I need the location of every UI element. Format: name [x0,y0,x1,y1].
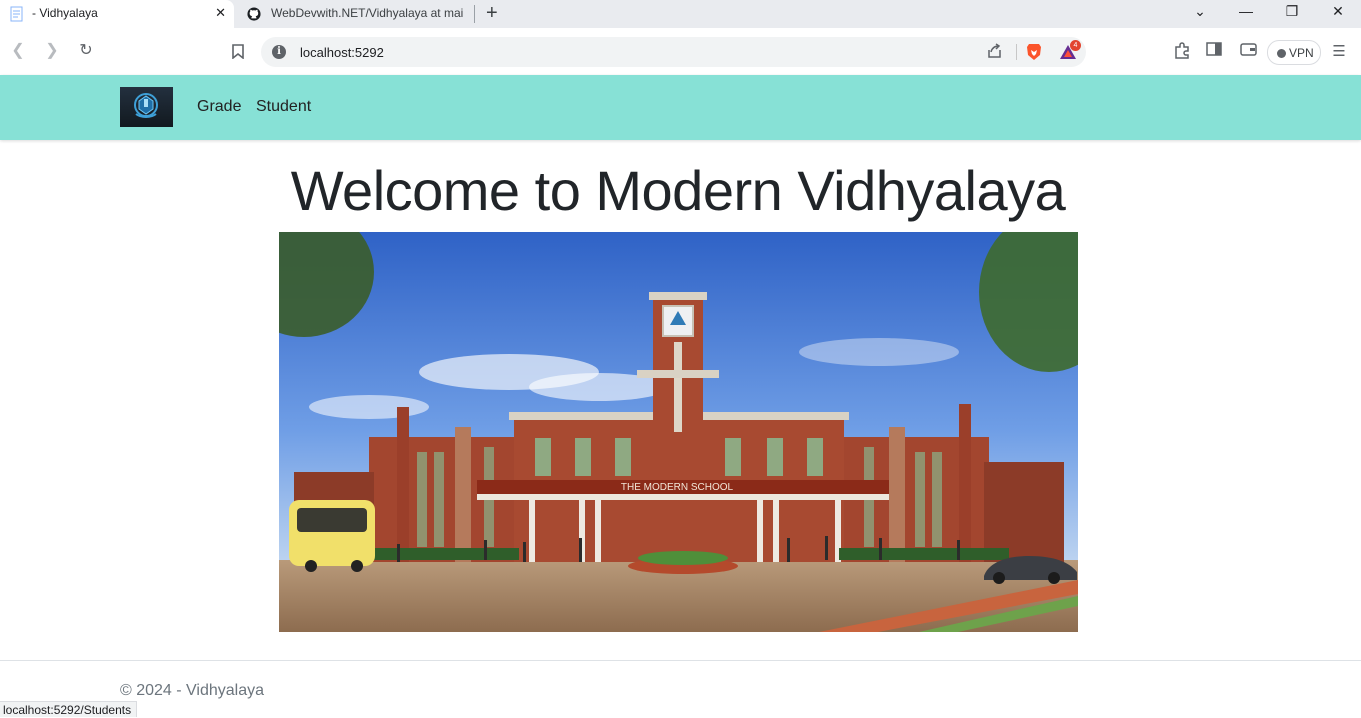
rewards-badge: 4 [1070,40,1081,51]
tab-search-chevron-icon[interactable]: ⌄ [1190,3,1210,20]
tab-strip: - Vidhyalaya ✕ WebDevwith.NET/Vidhyalaya… [0,0,1361,28]
extensions-icon[interactable] [1172,42,1192,62]
tab-divider [474,5,475,23]
vpn-status-icon [1277,49,1286,58]
site-navbar: Grade Student [0,75,1361,140]
restore-icon[interactable]: ❐ [1282,3,1302,20]
url-text: localhost:5292 [300,45,384,60]
tab-github[interactable]: WebDevwith.NET/Vidhyalaya at mai [236,0,474,28]
school-building-image: THE MODERN SCHOOL [279,232,1078,632]
window-close-icon[interactable]: ✕ [1328,3,1348,20]
share-icon[interactable] [986,43,1003,63]
tab-vidhyalaya[interactable]: - Vidhyalaya ✕ [0,0,234,28]
school-illustration: THE MODERN SCHOOL [279,232,1078,632]
minimize-icon[interactable]: — [1236,3,1256,19]
close-tab-icon[interactable]: ✕ [215,5,226,21]
link-status-bar: localhost:5292/Students [0,701,138,717]
vpn-button[interactable]: VPN [1267,40,1321,65]
nav-link-student[interactable]: Student [256,98,311,116]
sidebar-icon[interactable] [1204,42,1224,62]
back-icon[interactable]: ❮ [8,41,28,61]
tab-title: - Vidhyalaya [32,6,98,20]
school-sign-text: THE MODERN SCHOOL [621,482,734,493]
menu-icon[interactable]: ☰ [1329,42,1349,62]
crest-icon [134,93,158,118]
nav-link-grade[interactable]: Grade [197,98,241,116]
bookmark-icon[interactable] [228,41,248,61]
address-bar[interactable]: i localhost:5292 4 [261,37,1086,67]
forward-icon[interactable]: ❯ [42,41,62,61]
school-logo[interactable] [120,87,173,127]
footer-copyright: © 2024 - Vidhyalaya [120,682,265,699]
browser-toolbar: ❮ ❯ ↻ i localhost:5292 4 VPN ☰ [0,28,1361,75]
reload-icon[interactable]: ↻ [76,41,96,61]
wallet-icon[interactable] [1238,42,1258,62]
brave-shields-icon[interactable] [1026,43,1042,61]
vpn-label: VPN [1289,46,1314,60]
document-icon [10,6,23,22]
site-info-icon[interactable]: i [272,45,286,59]
tab-title: WebDevwith.NET/Vidhyalaya at mai [271,6,464,20]
github-icon [247,7,261,21]
omnibox-divider [1016,44,1017,60]
new-tab-icon[interactable]: + [486,2,498,24]
footer-divider [0,660,1361,661]
page-title: Welcome to Modern Vidhyalaya [290,159,1066,222]
